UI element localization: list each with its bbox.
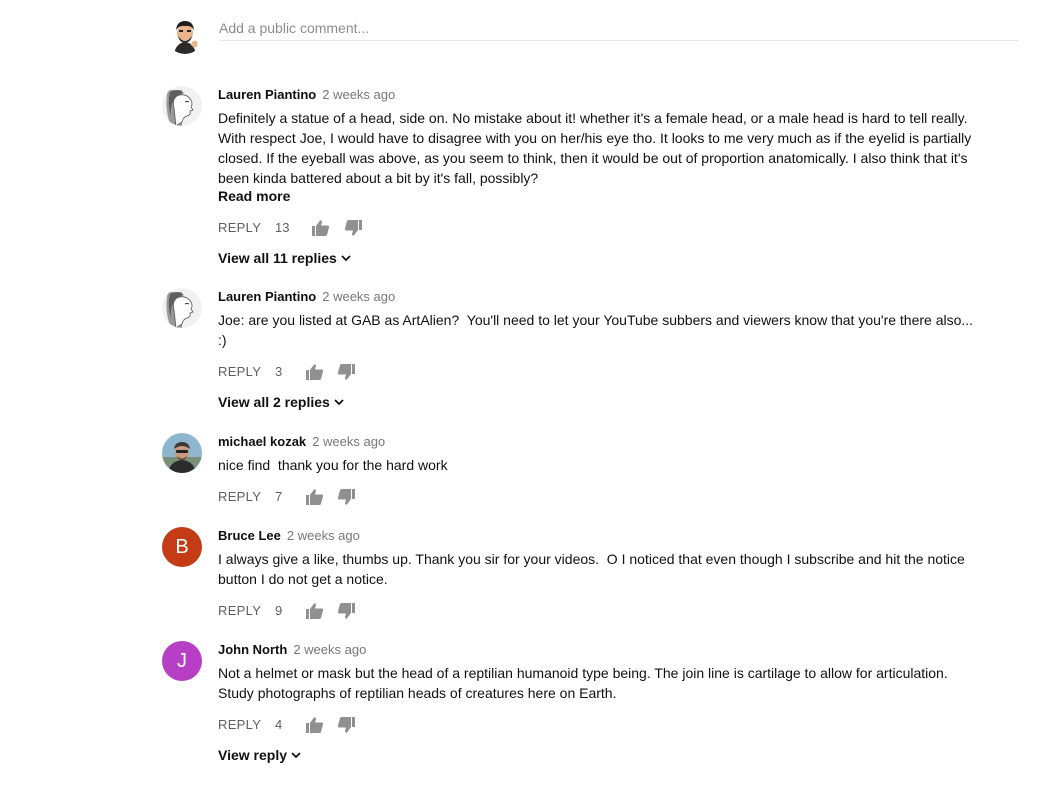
thumbs-up-icon[interactable] — [306, 603, 324, 619]
comment-text: nice find thank you for the hard work — [218, 457, 448, 473]
reply-button[interactable]: REPLY — [218, 360, 261, 384]
comment-actions: REPLY 9 — [218, 599, 978, 623]
author-name[interactable]: John North — [218, 642, 287, 657]
user-avatar[interactable] — [166, 16, 204, 54]
author-name[interactable]: Lauren Piantino — [218, 289, 316, 304]
comment-actions: REPLY 3 — [218, 360, 978, 384]
author-name[interactable]: Bruce Lee — [218, 528, 281, 543]
comment-text: Joe: are you listed at GAB as ArtAlien? … — [218, 312, 977, 348]
thumbs-down-icon[interactable] — [337, 364, 355, 380]
thumbs-up-icon[interactable] — [306, 364, 324, 380]
view-replies-label: View all 11 replies — [218, 250, 337, 266]
author-avatar[interactable] — [162, 433, 202, 473]
chevron-down-icon — [334, 399, 344, 406]
reply-button[interactable]: REPLY — [218, 599, 261, 623]
comment-actions: REPLY 4 — [218, 713, 978, 737]
read-more-link[interactable]: Read more — [218, 188, 290, 204]
thumbs-down-icon[interactable] — [337, 603, 355, 619]
like-count: 13 — [275, 220, 290, 235]
view-replies-button[interactable]: View all 11 replies — [218, 248, 351, 268]
author-avatar[interactable]: B — [162, 527, 202, 567]
author-name[interactable]: michael kozak — [218, 434, 306, 449]
view-replies-label: View all 2 replies — [218, 394, 330, 410]
comment-input[interactable] — [219, 16, 1018, 41]
like-count: 9 — [275, 603, 283, 618]
author-avatar[interactable]: J — [162, 641, 202, 681]
like-count: 3 — [275, 364, 283, 379]
author-name[interactable]: Lauren Piantino — [218, 87, 316, 102]
add-comment-box — [166, 16, 1018, 56]
comment-text: Definitely a statue of a head, side on. … — [218, 110, 976, 186]
reply-button[interactable]: REPLY — [218, 485, 261, 509]
thumbs-up-icon[interactable] — [312, 220, 330, 236]
comment-time[interactable]: 2 weeks ago — [287, 528, 360, 543]
comment-time[interactable]: 2 weeks ago — [312, 434, 385, 449]
thumbs-up-icon[interactable] — [306, 489, 324, 505]
comment-time[interactable]: 2 weeks ago — [322, 87, 395, 102]
author-avatar[interactable] — [162, 288, 202, 328]
view-replies-button[interactable]: View all 2 replies — [218, 392, 344, 412]
comment-time[interactable]: 2 weeks ago — [293, 642, 366, 657]
thumbs-down-icon[interactable] — [337, 717, 355, 733]
comment-time[interactable]: 2 weeks ago — [322, 289, 395, 304]
comment-text: I always give a like, thumbs up. Thank y… — [218, 551, 969, 587]
reply-button[interactable]: REPLY — [218, 216, 261, 240]
reply-button[interactable]: REPLY — [218, 713, 261, 737]
avatar-letter: J — [177, 650, 187, 672]
chevron-down-icon — [291, 752, 301, 759]
like-count: 7 — [275, 489, 283, 504]
view-reply-button[interactable]: View reply — [218, 745, 301, 765]
comment-actions: REPLY 13 — [218, 216, 978, 240]
avatar-letter: B — [175, 536, 189, 558]
comment-text: Not a helmet or mask but the head of a r… — [218, 665, 952, 701]
comment-actions: REPLY 7 — [218, 485, 978, 509]
author-avatar[interactable] — [162, 86, 202, 126]
view-replies-label: View reply — [218, 747, 288, 763]
thumbs-down-icon[interactable] — [344, 220, 362, 236]
like-count: 4 — [275, 717, 283, 732]
chevron-down-icon — [341, 255, 351, 262]
thumbs-up-icon[interactable] — [306, 717, 324, 733]
thumbs-down-icon[interactable] — [337, 489, 355, 505]
